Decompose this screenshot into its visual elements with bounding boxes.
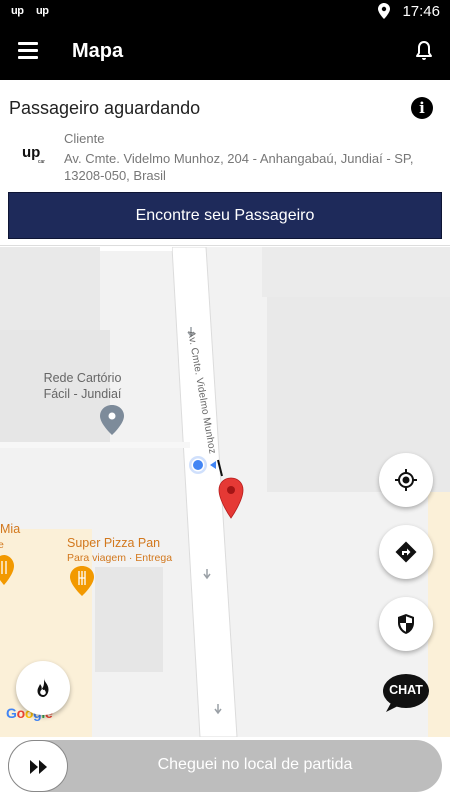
notification-bell-icon[interactable] [412,39,436,63]
brand-logo: up car [22,144,45,165]
slide-knob[interactable] [8,740,68,792]
status-time: 17:46 [402,3,440,20]
app-logo-small-2: up [36,5,49,17]
directions-button[interactable] [379,525,433,579]
poi-mia-label: Mia [0,522,21,536]
heatmap-button[interactable] [16,661,70,715]
poi-mia-sub: e [0,539,4,551]
poi-cartorio-line1: Rede Cartório [43,371,122,385]
shield-icon [398,614,414,634]
fast-forward-icon [30,760,47,774]
client-label: Cliente [64,131,105,146]
location-pin-icon [378,3,390,19]
flame-icon [37,678,49,697]
passenger-card: Passageiro aguardando i up car Cliente A… [0,80,450,246]
find-passenger-button[interactable]: Encontre seu Passageiro [8,192,442,239]
app-bar: Mapa [0,24,450,80]
arrival-slide-label: Cheguei no local de partida [157,756,353,773]
poi-pizza-label: Super Pizza Pan [67,536,161,550]
hamburger-menu-icon[interactable] [18,42,38,59]
recenter-button[interactable] [379,453,433,507]
my-location-icon [395,469,417,491]
svg-text:car: car [38,159,45,165]
arrival-slide-bar[interactable]: Cheguei no local de partida [8,740,442,792]
poi-cartorio-line2: Fácil - Jundiaí [43,387,122,401]
info-icon[interactable]: i [411,97,433,119]
poi-pizza-sub: Para viagem · Entrega [67,552,173,564]
pickup-address: Av. Cmte. Videlmo Munhoz, 204 - Anhangab… [64,151,414,183]
poi-cartorio-label: Rede Cartório Fácil - Jundiaí [30,370,135,402]
directions-icon [395,541,417,563]
passenger-status-heading: Passageiro aguardando [9,98,201,118]
page-title: Mapa [72,40,124,62]
app-logo-small-1: up [11,5,24,17]
chat-label: CHAT [389,683,423,697]
security-button[interactable] [379,597,433,651]
status-bar: up up 17:46 [0,0,450,24]
chat-button[interactable]: CHAT [382,673,430,713]
